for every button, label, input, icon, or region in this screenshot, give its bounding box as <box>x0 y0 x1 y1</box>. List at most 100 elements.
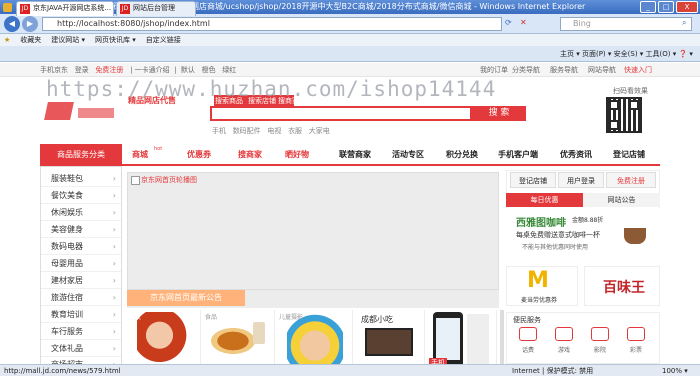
rtab-login[interactable]: 用户登录 <box>558 172 604 188</box>
category-item[interactable]: 美容健身 <box>41 221 121 238</box>
fav-item[interactable]: 建议网站 ▾ <box>51 36 85 44</box>
product-card[interactable]: 美发 <box>127 310 201 370</box>
top-right-link[interactable]: 分类导航 <box>512 63 540 77</box>
search-icon[interactable]: ⌕ <box>682 18 686 28</box>
category-item[interactable]: 母婴用品 <box>41 255 121 272</box>
search-input[interactable]: Bing <box>560 17 692 31</box>
top-right-link[interactable]: 网站导航 <box>588 63 616 77</box>
top-link[interactable]: 登录 <box>75 66 89 74</box>
category-item[interactable]: 服装鞋包 <box>41 170 121 187</box>
phone-icon[interactable] <box>519 327 537 341</box>
category-item[interactable]: 教育培训 <box>41 306 121 323</box>
nav-item[interactable]: 晒好物 <box>285 144 309 166</box>
top-link[interactable]: | 一卡通介绍 <box>130 66 170 74</box>
product-label: 成都小吃 <box>361 315 393 324</box>
home-menu[interactable]: 主页 ▾ <box>560 50 580 58</box>
nav-item[interactable]: 搜商家 <box>238 144 262 166</box>
zoom-level[interactable]: 100% ▾ <box>662 365 688 376</box>
subtab-notice[interactable]: 网站公告 <box>583 193 660 207</box>
site-search-input[interactable] <box>210 106 472 121</box>
site-search-button[interactable]: 搜 索 <box>472 106 526 121</box>
nav-item[interactable]: 优秀资讯 <box>560 144 592 166</box>
maximize-button[interactable]: □ <box>658 1 674 13</box>
lottery-icon[interactable] <box>627 327 645 341</box>
site-logo[interactable] <box>42 98 120 128</box>
broken-image-placeholder: 京东网首页轮播图 <box>131 175 211 185</box>
category-title[interactable]: 商品服务分类 <box>40 144 122 166</box>
refresh-icon[interactable]: ⟳ <box>505 18 512 27</box>
nav-item[interactable]: 手机客户端 <box>498 144 538 166</box>
coffee-promo[interactable]: 西雅图咖啡 金额8.88折 每桌免费赠送意式咖啡一杯 不能与其他优惠同时使用 <box>506 208 660 262</box>
m-logo-icon: M <box>527 268 549 293</box>
food-image <box>211 328 255 354</box>
banner-carousel[interactable] <box>127 172 499 290</box>
stop-icon[interactable]: ✕ <box>520 18 527 27</box>
close-window-button[interactable]: X <box>676 1 698 13</box>
star-icon[interactable]: ★ <box>4 36 10 44</box>
qr-finder <box>629 100 639 110</box>
category-item[interactable]: 休闲娱乐 <box>41 204 121 221</box>
top-right-link[interactable]: 服务导航 <box>550 63 578 77</box>
tab-shop[interactable]: JD 京东JAVA开源网店系统... <box>16 1 114 16</box>
nav-item[interactable]: 商城 <box>132 144 148 166</box>
url-field[interactable]: http://localhost:8080/jshop/index.html <box>42 17 502 31</box>
hot-word[interactable]: 衣服 <box>288 127 302 135</box>
nav-item[interactable]: 联营商家 <box>339 144 371 166</box>
help-menu[interactable]: ❓ ▾ <box>678 50 692 58</box>
site-top-bar: 手机京东 登录 免费注册 | 一卡通介绍 | 默认 橙色 绿红 我的订单 分类导… <box>0 63 700 77</box>
rtab-register[interactable]: 免费注册 <box>606 172 656 188</box>
news-button[interactable]: 京东网首页最新公告 <box>127 290 245 306</box>
hot-word[interactable]: 数码配件 <box>233 127 261 135</box>
mcdonalds-ad[interactable]: M 麦当劳优惠券 <box>506 266 578 306</box>
product-card[interactable]: 儿童摄影 <box>277 310 353 370</box>
nav-item[interactable]: 登记店铺 <box>613 144 645 166</box>
product-label: 儿童摄影 <box>279 314 304 321</box>
product-label: 美发 <box>129 314 142 321</box>
jd-tab-icon: JD <box>20 4 30 14</box>
nav-item[interactable]: 活动专区 <box>392 144 424 166</box>
game-icon[interactable] <box>555 327 573 341</box>
top-link[interactable]: 免费注册 <box>95 66 123 74</box>
tab-label: 京东JAVA开源网店系统... <box>33 4 112 12</box>
minimize-button[interactable]: _ <box>640 1 656 13</box>
baiweiwang-ad[interactable]: 百味王 <box>584 266 660 306</box>
favorites-label[interactable]: 收藏夹 <box>20 36 41 44</box>
hot-word[interactable]: 电视 <box>267 127 281 135</box>
hot-words: 手机 数码配件 电视 衣服 大家电 <box>212 126 330 136</box>
product-card[interactable]: 食品 <box>203 310 275 370</box>
promo-sub: 不能与其他优惠同时使用 <box>522 244 589 251</box>
theme-link[interactable]: 默认 <box>181 66 195 74</box>
nav-item[interactable]: 积分兑换 <box>446 144 478 166</box>
product-card[interactable]: 手机 <box>427 310 497 370</box>
favorites-bar: ★ 收藏夹 建议网站 ▾ 网页快讯库 ▾ 自定义链接 <box>0 34 700 46</box>
category-item[interactable]: 建材家居 <box>41 272 121 289</box>
nav-item[interactable]: 优惠券 <box>187 144 211 166</box>
hot-word[interactable]: 大家电 <box>309 127 330 135</box>
hot-badge: hot <box>154 146 163 152</box>
fav-item[interactable]: 自定义链接 <box>146 36 181 44</box>
qr-code <box>606 97 642 133</box>
safety-menu[interactable]: 安全(S) ▾ <box>614 50 644 58</box>
category-item[interactable]: 文体礼品 <box>41 340 121 357</box>
back-button[interactable]: ◀ <box>4 16 20 32</box>
category-item[interactable]: 餐饮美食 <box>41 187 121 204</box>
top-link[interactable]: 手机京东 <box>40 66 68 74</box>
top-right-link[interactable]: 快速入门 <box>624 63 652 77</box>
tools-menu[interactable]: 工具(O) ▾ <box>646 50 677 58</box>
cinema-icon[interactable] <box>591 327 609 341</box>
category-item[interactable]: 车行服务 <box>41 323 121 340</box>
qr-caption: 扫码看效果 <box>613 87 648 95</box>
top-right-link[interactable]: 我的订单 <box>480 63 508 77</box>
fav-item[interactable]: 网页快讯库 ▾ <box>95 36 136 44</box>
theme-link[interactable]: 橙色 <box>202 66 216 74</box>
theme-link[interactable]: 绿红 <box>222 66 236 74</box>
tab-admin[interactable]: JD 网站后台管理 <box>116 1 196 16</box>
page-menu[interactable]: 页面(P) ▾ <box>582 50 611 58</box>
category-item[interactable]: 数码电器 <box>41 238 121 255</box>
category-item[interactable]: 旅游住宿 <box>41 289 121 306</box>
rtab-register-shop[interactable]: 登记店铺 <box>510 172 556 188</box>
forward-button[interactable]: ▶ <box>22 16 38 32</box>
subtab-daily-deals[interactable]: 每日优惠 <box>506 193 583 207</box>
hot-word[interactable]: 手机 <box>212 127 226 135</box>
product-card[interactable]: 成都小吃 <box>355 310 425 370</box>
